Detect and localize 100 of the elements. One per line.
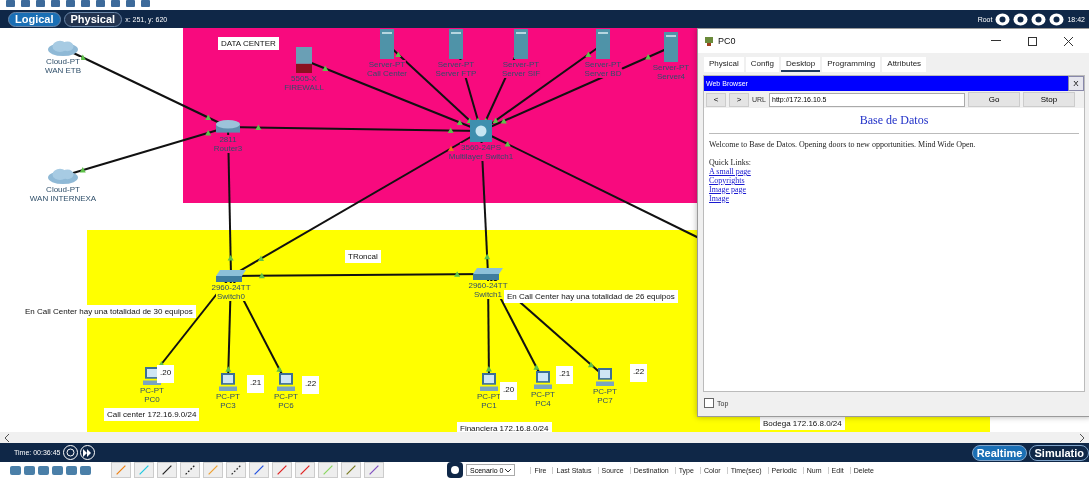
quick-links-label: Quick Links: [709, 158, 752, 167]
go-button[interactable]: Go [968, 92, 1020, 107]
firewall-icon[interactable] [296, 47, 312, 73]
device-model-label: 2960-24TT [467, 281, 509, 290]
back-button[interactable]: < [706, 92, 726, 107]
nav-circle-icon[interactable] [1049, 12, 1065, 26]
device-name-label: Switch1 [473, 290, 503, 299]
device-model-label: PC-PT [476, 392, 502, 401]
device-name-label: Server SIF [500, 69, 542, 78]
device-model-label: 2811 [218, 135, 238, 144]
device-name-label: Multilayer Switch1 [447, 152, 515, 161]
server-icon[interactable] [596, 29, 610, 59]
device-category-icon[interactable] [10, 465, 21, 475]
info-icon[interactable] [447, 462, 463, 478]
device-model-label: PC-PT [273, 392, 299, 401]
fast-forward-icon [83, 448, 93, 457]
mode-tab[interactable]: Realtime [971, 444, 1028, 461]
device-name-label: PC7 [596, 396, 614, 405]
device-name-label: Server4 [656, 72, 686, 81]
note-label: TRoncal [345, 250, 381, 263]
switch-icon[interactable] [473, 268, 503, 280]
page-link[interactable]: Copyrights [709, 176, 745, 185]
device-model-label: 2960-24TT [210, 283, 252, 292]
minimize-icon [991, 40, 1001, 42]
pc-icon[interactable] [277, 373, 295, 391]
device-model-label: PC-PT [215, 392, 241, 401]
pc-icon[interactable] [596, 368, 614, 386]
pc-icon[interactable] [480, 373, 498, 391]
device-model-label: PC-PT [139, 386, 165, 395]
device-name-label: PC3 [219, 401, 237, 410]
page-heading: Base de Datos [709, 110, 1079, 134]
page-link[interactable]: Image [709, 194, 729, 203]
page-link[interactable]: A small page [709, 167, 751, 176]
scroll-right-icon[interactable] [1079, 433, 1085, 442]
window-tab[interactable]: Desktop [780, 57, 821, 72]
mode-tab[interactable]: Simulatio [1029, 444, 1089, 461]
device-model-label: 5505-X [290, 74, 318, 83]
note-label: En Call Center hay una totalidad de 30 equipos [22, 305, 196, 318]
address-label: .21 [247, 375, 265, 393]
cloud-icon[interactable] [48, 168, 78, 184]
address-label: .21 [556, 366, 574, 384]
note-label: Bodega 172.16.8.0/24 [760, 417, 845, 430]
device-name-label: Switch0 [216, 292, 246, 301]
address-label: .22 [630, 364, 648, 382]
nav-circle-icon[interactable] [1013, 12, 1029, 26]
note-label: Call center 172.16.9.0/24 [104, 408, 200, 421]
address-label: .20 [157, 365, 175, 383]
device-name-label: Server BD [583, 69, 623, 78]
pc-window-icon [704, 36, 714, 46]
window-tab[interactable]: Config [745, 57, 779, 72]
fast-forward-button[interactable] [80, 445, 96, 460]
maximize-icon [1027, 36, 1037, 46]
device-model-label: Server-PT [651, 63, 691, 72]
nav-circle-icon[interactable] [995, 12, 1011, 26]
note-label: En Call Center hay una totalidad de 26 equipos [504, 290, 678, 303]
note-label: DATA CENTER [218, 37, 279, 50]
view-tab[interactable]: Logical [8, 11, 61, 27]
pc-icon[interactable] [534, 371, 552, 389]
stop-button[interactable]: Stop [1023, 92, 1075, 107]
device-model-label: Server-PT [367, 60, 407, 69]
device-category-icon[interactable] [52, 465, 63, 475]
window-tab[interactable]: Physical [704, 57, 744, 72]
server-icon[interactable] [449, 29, 463, 59]
window-tab[interactable]: Programming [822, 57, 881, 72]
multilayer-icon[interactable] [470, 120, 492, 142]
device-category-icon[interactable] [24, 465, 35, 475]
pc-icon[interactable] [219, 373, 237, 391]
view-tab[interactable]: Physical [63, 11, 123, 27]
device-model-label: Server-PT [501, 60, 541, 69]
device-model-label: Cloud-PT [45, 57, 81, 66]
address-label: .20 [500, 382, 518, 400]
close-icon [1063, 36, 1073, 46]
server-icon[interactable] [664, 32, 678, 62]
device-category-icon[interactable] [80, 465, 91, 475]
device-category-icon[interactable] [66, 465, 77, 475]
device-model-label: 3560-24PS [460, 143, 502, 152]
nav-circle-icon[interactable] [1031, 12, 1047, 26]
device-category-icon[interactable] [38, 465, 49, 475]
cable-icon[interactable] [157, 462, 177, 478]
device-model-label: Cloud-PT [45, 185, 81, 194]
server-icon[interactable] [514, 29, 528, 59]
window-tab[interactable]: Attributes [882, 57, 927, 72]
reset-time-button[interactable] [63, 445, 79, 460]
forward-button[interactable]: > [729, 92, 749, 107]
server-icon[interactable] [380, 29, 394, 59]
browser-close-button[interactable]: X [1068, 76, 1084, 91]
switch-icon[interactable] [216, 270, 246, 282]
caret-icon [505, 468, 512, 473]
reset-icon [66, 448, 76, 457]
device-name-label: WAN ETB [43, 66, 83, 75]
device-model-label: PC-PT [530, 390, 556, 399]
device-model-label: Server-PT [436, 60, 476, 69]
device-name-label: PC0 [143, 395, 161, 404]
page-link[interactable]: Image page [709, 185, 747, 194]
welcome-text: Welcome to Base de Datos. Opening doors to new opportunities. Mind Wide Open. [709, 140, 977, 149]
scroll-left-icon[interactable] [4, 433, 10, 442]
device-name-label: Router3 [212, 144, 244, 153]
device-model-label: Server-PT [583, 60, 623, 69]
top-checkbox[interactable] [704, 398, 714, 408]
router-icon[interactable] [216, 120, 240, 134]
